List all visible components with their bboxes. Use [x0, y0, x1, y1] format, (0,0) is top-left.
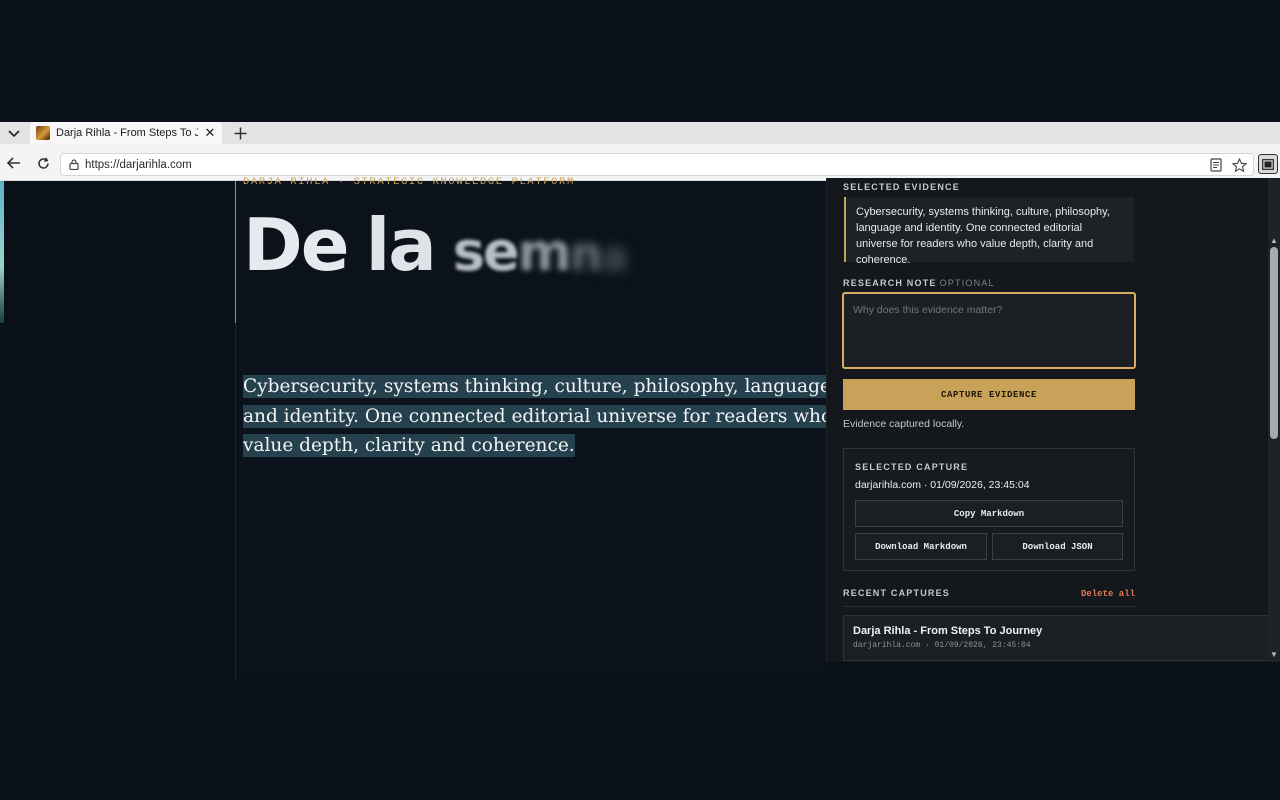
- site-favicon-icon: [36, 126, 50, 140]
- new-tab-button[interactable]: [230, 123, 250, 143]
- lock-icon: [69, 159, 79, 170]
- tab-list-button[interactable]: [4, 125, 24, 142]
- copy-markdown-button[interactable]: Copy Markdown: [855, 500, 1123, 527]
- scroll-down-icon[interactable]: ▼: [1269, 650, 1279, 659]
- capture-status: Evidence captured locally.: [843, 418, 965, 430]
- recent-captures-header: RECENT CAPTURES Delete all: [843, 588, 1135, 599]
- tab-title: Darja Rihla - From Steps To Journey: [56, 127, 198, 139]
- reload-button[interactable]: [33, 153, 53, 173]
- page-left-rail: [0, 181, 236, 678]
- chevron-down-icon: [8, 129, 20, 137]
- recent-capture-item[interactable]: Darja Rihla - From Steps To Journey darj…: [843, 615, 1268, 661]
- hero-word-fading: m: [517, 223, 572, 283]
- selected-capture-meta: darjarihla.com · 01/09/2026, 23:45:04: [855, 479, 1030, 491]
- arrow-left-icon: [7, 157, 20, 169]
- reader-view-button[interactable]: [1206, 155, 1226, 175]
- hero-headline: De la semna: [243, 203, 628, 297]
- page-eyebrow: DARJA RIHLA · STRATEGIC KNOWLEDGE PLATFO…: [243, 176, 575, 188]
- evidence-side-panel: SELECTED EVIDENCE Cybersecurity, systems…: [826, 178, 1268, 662]
- address-bar[interactable]: https://darjarihla.com: [60, 153, 1254, 176]
- optional-tag: OPTIONAL: [939, 278, 995, 288]
- hero-word: De: [243, 203, 350, 287]
- hero-word: la: [365, 203, 437, 287]
- download-json-button[interactable]: Download JSON: [992, 533, 1123, 560]
- close-tab-icon[interactable]: ✕: [204, 126, 216, 139]
- capture-evidence-button[interactable]: CAPTURE EVIDENCE: [843, 379, 1135, 410]
- hero-word-fading: se: [452, 220, 520, 283]
- plus-icon: [234, 127, 246, 139]
- research-note-label-text: RESEARCH NOTE: [843, 278, 937, 288]
- recent-capture-title: Darja Rihla - From Steps To Journey: [853, 625, 1043, 637]
- download-markdown-button[interactable]: Download Markdown: [855, 533, 987, 560]
- hero-word-fading: n: [569, 227, 603, 281]
- research-note-input[interactable]: [842, 292, 1136, 369]
- hero-word-fading: a: [600, 234, 628, 280]
- selected-capture-box: SELECTED CAPTURE darjarihla.com · 01/09/…: [843, 448, 1135, 571]
- url-text: https://darjarihla.com: [85, 158, 192, 171]
- sidebar-toggle-button[interactable]: [1258, 154, 1278, 174]
- recent-captures-label: RECENT CAPTURES: [843, 588, 951, 598]
- gold-divider-line: [235, 181, 236, 323]
- reader-view-icon: [1210, 158, 1222, 172]
- research-note-label: RESEARCH NOTE OPTIONAL: [843, 278, 995, 288]
- back-button[interactable]: [4, 153, 24, 173]
- panel-scrollbar-thumb[interactable]: [1270, 247, 1278, 439]
- tab-strip: Darja Rihla - From Steps To Journey ✕: [0, 122, 1280, 144]
- accent-edge: [0, 181, 4, 323]
- divider: [843, 606, 1135, 607]
- screen-bottom-margin: [0, 678, 1280, 800]
- scroll-up-icon[interactable]: ▲: [1269, 236, 1279, 245]
- selected-evidence-quote: Cybersecurity, systems thinking, culture…: [844, 197, 1134, 266]
- page-lede[interactable]: Cybersecurity, systems thinking, culture…: [243, 372, 843, 461]
- screen-top-margin: [0, 0, 1280, 122]
- selected-capture-label: SELECTED CAPTURE: [855, 462, 969, 472]
- bookmark-button[interactable]: [1229, 155, 1249, 175]
- selected-text[interactable]: Cybersecurity, systems thinking, culture…: [243, 375, 833, 457]
- selected-evidence-label: SELECTED EVIDENCE: [843, 182, 960, 192]
- recent-capture-meta: darjarihla.com · 01/09/2026, 23:45:04: [853, 641, 1031, 650]
- sidebar-icon: [1262, 158, 1274, 170]
- star-icon: [1231, 157, 1247, 172]
- delete-all-button[interactable]: Delete all: [1081, 589, 1135, 599]
- reload-icon: [37, 157, 49, 169]
- browser-tab[interactable]: Darja Rihla - From Steps To Journey ✕: [30, 122, 222, 144]
